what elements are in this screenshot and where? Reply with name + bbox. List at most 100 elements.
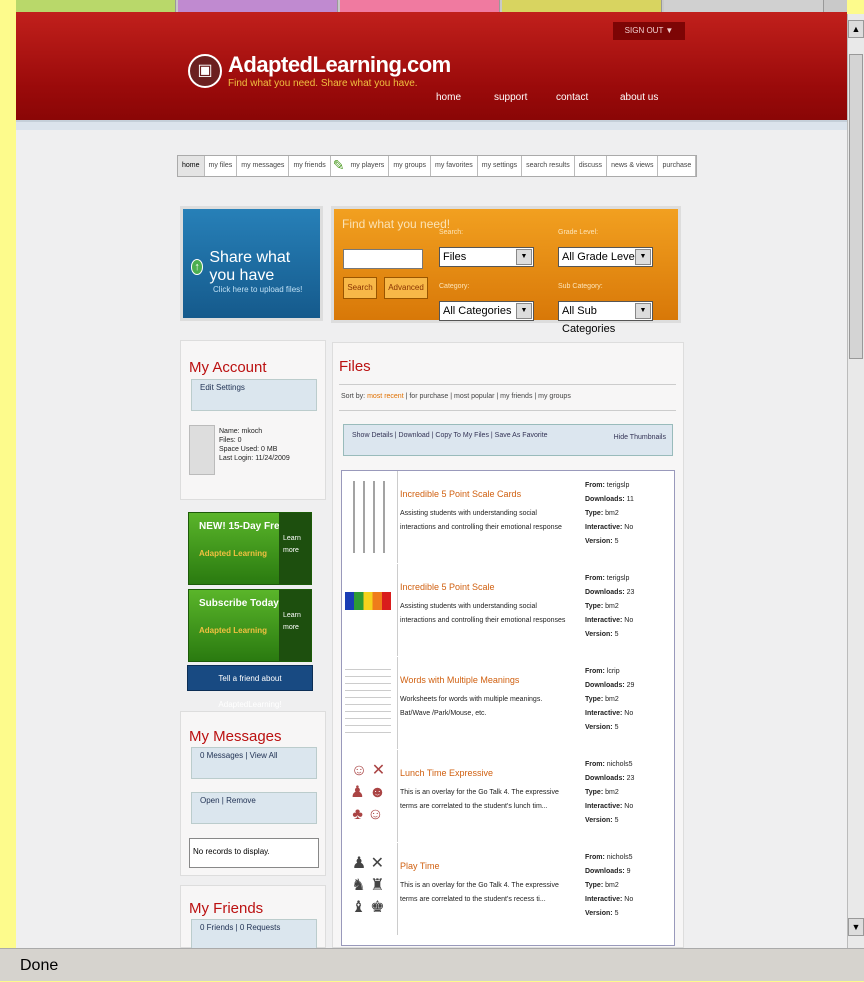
search-heading: Find what you need! <box>342 217 451 231</box>
subcategory-value: All Sub Categories <box>562 305 616 335</box>
file-row[interactable]: Words with Multiple Meanings Worksheets … <box>342 657 676 749</box>
browser-tab[interactable] <box>502 0 662 12</box>
search-type-select[interactable]: Files ▼ <box>439 247 534 267</box>
meta-label: Type: <box>585 696 606 703</box>
nav-support[interactable]: support <box>494 92 556 103</box>
browser-tab[interactable] <box>16 0 176 12</box>
messages-actions[interactable]: Open | Remove <box>191 792 317 824</box>
section-tabs: home my files my messages my friends ✎ m… <box>177 155 698 177</box>
file-row[interactable]: Incredible 5 Point Scale Cards Assisting… <box>342 471 676 563</box>
tab-home[interactable]: home <box>178 156 205 176</box>
scroll-thumb[interactable] <box>849 54 863 359</box>
file-title[interactable]: Words with Multiple Meanings <box>400 675 519 685</box>
file-title[interactable]: Play Time <box>400 861 440 871</box>
tab-search-results[interactable]: search results <box>522 156 575 176</box>
subscribe-promo[interactable]: Subscribe Today! Adapted Learning Learn … <box>188 589 312 662</box>
meta-label: Downloads: <box>585 496 627 503</box>
account-panel: My Account Edit Settings Name: mkoch Fil… <box>180 340 326 500</box>
sort-prefix: Sort by: <box>341 393 368 400</box>
grade-value: All Grade Levels <box>562 251 643 263</box>
free-trial-promo[interactable]: NEW! 15-Day Free Trial Adapted Learning … <box>188 512 312 585</box>
tab-my-favorites[interactable]: my favorites <box>431 156 478 176</box>
hide-thumbnails-link[interactable]: Hide Thumbnails <box>614 434 666 441</box>
file-version: 5 <box>614 631 619 638</box>
browser-tab[interactable] <box>664 0 824 12</box>
learn-more-button[interactable]: Learn more <box>279 513 311 584</box>
file-interactive: No <box>624 803 634 810</box>
file-type: bm2 <box>605 603 619 610</box>
learn-more-button[interactable]: Learn more <box>279 590 311 661</box>
search-input[interactable] <box>343 249 423 269</box>
file-row[interactable]: ☺ ✕ ♟ ☻ ♣ ☺ Lunch Time Expressive This is … <box>342 750 676 842</box>
site-header: SIGN OUT ▼ ▣ AdaptedLearning.com Find wh… <box>16 12 847 120</box>
promo-brand2: Learning <box>233 549 268 558</box>
scroll-up-icon[interactable]: ▲ <box>848 20 864 38</box>
browser-tab[interactable] <box>178 0 338 12</box>
chevron-down-icon: ▼ <box>516 249 532 265</box>
file-list: Incredible 5 Point Scale Cards Assisting… <box>341 470 675 946</box>
search-button[interactable]: Search <box>343 277 377 299</box>
messages-links[interactable]: 0 Messages | View All <box>191 747 317 779</box>
friends-title: My Friends <box>189 900 264 917</box>
meta-label: Version: <box>585 817 615 824</box>
subcategory-select[interactable]: All Sub Categories ▼ <box>558 301 653 335</box>
meta-label: From: <box>585 668 607 675</box>
sort-divider <box>339 410 676 411</box>
file-thumbnail[interactable]: ♟ ✕ ♞ ♜ ♝ ♚ <box>345 853 391 925</box>
share-subtitle[interactable]: Click here to upload files! <box>213 285 320 294</box>
file-thumbnail[interactable]: ☺ ✕ ♟ ☻ ♣ ☺ <box>345 760 391 832</box>
tab-purchase[interactable]: purchase <box>658 156 697 176</box>
tab-my-files[interactable]: my files <box>205 156 238 176</box>
sort-most-recent[interactable]: most recent <box>367 393 404 400</box>
file-desc: This is an overlay for the Go Talk 4. Th… <box>400 789 559 810</box>
file-title[interactable]: Lunch Time Expressive <box>400 768 493 778</box>
account-login: Last Login: 11/24/2009 <box>219 455 290 462</box>
tab-discuss[interactable]: discuss <box>575 156 608 176</box>
promo-logo: Adapted Learning <box>199 549 267 558</box>
tab-my-settings[interactable]: my settings <box>478 156 523 176</box>
file-downloads: 23 <box>626 775 635 782</box>
file-interactive: No <box>624 524 634 531</box>
logo-icon: ▣ <box>188 53 222 88</box>
promo-title: Subscribe Today! <box>199 598 283 609</box>
share-panel[interactable]: ↑ Share what you have Click here to uploa… <box>180 206 323 321</box>
file-thumbnail[interactable] <box>345 481 391 553</box>
files-title: Files <box>339 358 371 375</box>
tell-friend-button[interactable]: Tell a friend about AdaptedLearning! <box>187 665 313 709</box>
browser-tabstrip <box>16 0 847 12</box>
browser-tab[interactable] <box>340 0 500 12</box>
messages-panel: My Messages 0 Messages | View All Open |… <box>180 711 326 876</box>
edit-settings-link[interactable]: Edit Settings <box>191 379 317 411</box>
site-logo[interactable]: ▣ AdaptedLearning.com Find what you need… <box>188 52 451 89</box>
file-meta: From: nichols5 Downloads: 9 Type: bm2 In… <box>585 851 633 921</box>
tab-my-groups[interactable]: my groups <box>389 156 431 176</box>
file-row[interactable]: Incredible 5 Point Scale Assisting stude… <box>342 564 676 656</box>
advanced-button[interactable]: Advanced <box>384 277 428 299</box>
file-title[interactable]: Incredible 5 Point Scale <box>400 582 495 592</box>
vertical-scrollbar[interactable]: ▲ ▼ <box>847 14 864 948</box>
tab-my-players[interactable]: my players <box>346 156 390 176</box>
file-version: 5 <box>614 538 619 545</box>
nav-home[interactable]: home <box>436 92 494 103</box>
tab-my-messages[interactable]: my messages <box>237 156 290 176</box>
file-version: 5 <box>614 817 619 824</box>
tab-my-friends[interactable]: my friends <box>289 156 331 176</box>
sort-options[interactable]: | for purchase | most popular | my frien… <box>404 393 571 400</box>
file-thumbnail[interactable] <box>345 667 391 739</box>
file-actions[interactable]: Show Details | Download | Copy To My Fil… <box>352 432 548 439</box>
nav-about[interactable]: about us <box>620 92 680 103</box>
scroll-down-icon[interactable]: ▼ <box>848 918 864 936</box>
friends-links[interactable]: 0 Friends | 0 Requests <box>191 919 317 948</box>
meta-label: Interactive: <box>585 896 625 903</box>
tab-news-views[interactable]: news & views <box>607 156 659 176</box>
file-version: 5 <box>614 724 619 731</box>
meta-label: Downloads: <box>585 775 627 782</box>
signout-button[interactable]: SIGN OUT ▼ <box>613 22 685 40</box>
nav-contact[interactable]: contact <box>556 92 620 103</box>
grade-select[interactable]: All Grade Levels ▼ <box>558 247 653 267</box>
category-select[interactable]: All Categories ▼ <box>439 301 534 321</box>
file-row[interactable]: ♟ ✕ ♞ ♜ ♝ ♚ Play Time This is an overlay f… <box>342 843 676 935</box>
avatar <box>189 425 215 475</box>
file-title[interactable]: Incredible 5 Point Scale Cards <box>400 489 521 499</box>
file-thumbnail[interactable] <box>345 592 391 610</box>
